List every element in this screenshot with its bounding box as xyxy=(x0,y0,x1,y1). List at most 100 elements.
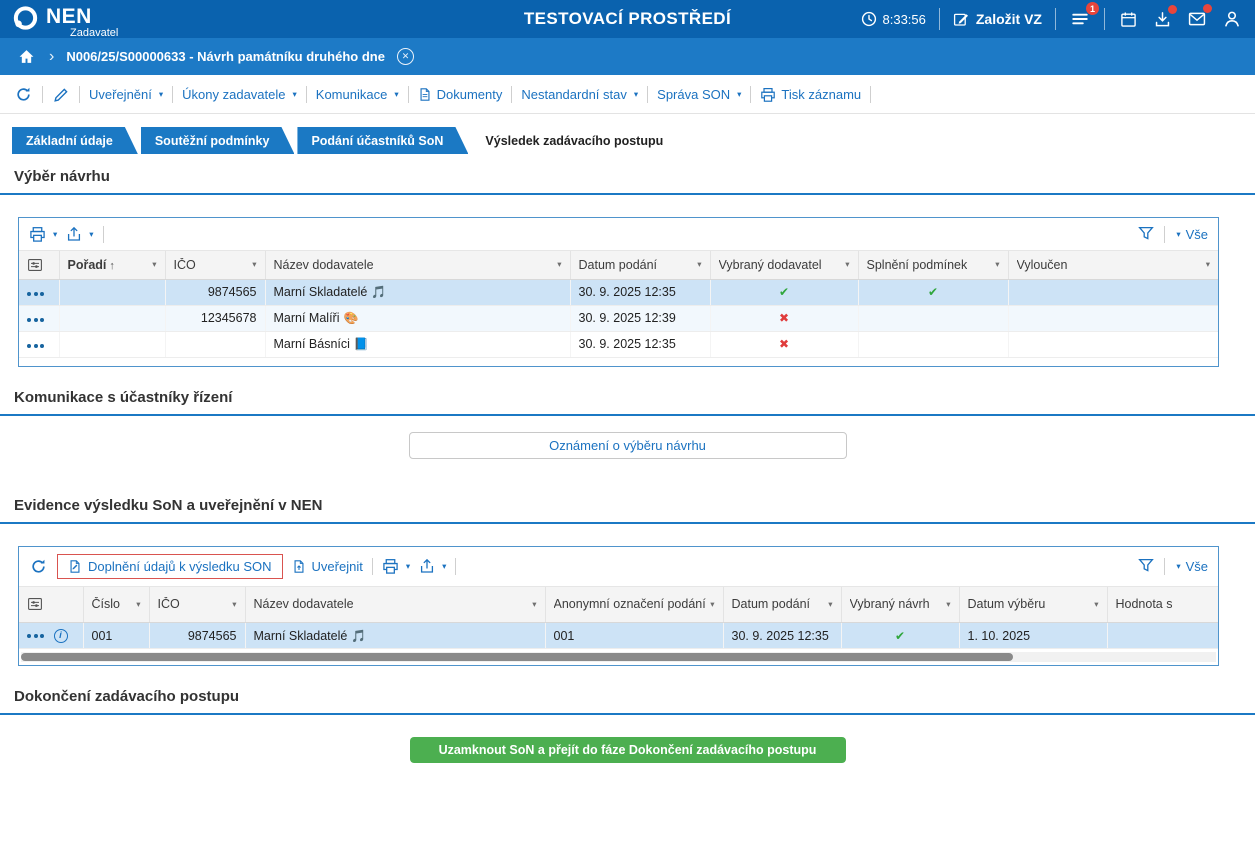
filter-caret-icon[interactable]: ▾ xyxy=(710,599,714,610)
edit-button[interactable] xyxy=(52,86,70,104)
sort-asc-icon: ↑ xyxy=(109,260,115,272)
col-header-poradi[interactable]: Pořadí↑▾ xyxy=(59,251,165,279)
table-row[interactable]: 9874565 Marní Skladatelé🎵 30. 9. 2025 12… xyxy=(19,279,1218,305)
tasks-menu-button[interactable]: 1 xyxy=(1069,8,1091,30)
user-profile-button[interactable] xyxy=(1221,8,1243,30)
tab-vysledek-postupu[interactable]: Výsledek zadávacího postupu xyxy=(471,127,688,154)
chevron-down-icon: ▾ xyxy=(406,562,410,571)
filter-caret-icon[interactable]: ▾ xyxy=(828,599,832,610)
filter-caret-icon[interactable]: ▾ xyxy=(1206,259,1210,270)
column-settings-header[interactable] xyxy=(19,587,83,623)
row-menu-icon[interactable] xyxy=(27,634,47,638)
oznameni-vyberu-button[interactable]: Oznámení o výběru návrhu xyxy=(409,432,847,459)
menu-sprava-son[interactable]: Správa SON▾ xyxy=(657,87,741,102)
filter-caret-icon[interactable]: ▾ xyxy=(532,599,536,610)
col-header-vybrany-navrh[interactable]: Vybraný návrh▾ xyxy=(841,587,959,623)
supplier-name: Marní Skladatelé xyxy=(254,629,348,643)
print-record-button[interactable]: Tisk záznamu xyxy=(760,87,861,103)
supplier-name: Marní Básníci xyxy=(274,337,350,351)
print-table-button[interactable]: ▾ xyxy=(382,558,410,575)
col-header-nazev[interactable]: Název dodavatele▾ xyxy=(245,587,545,623)
filter-caret-icon[interactable]: ▾ xyxy=(946,599,950,610)
row-menu-icon[interactable] xyxy=(27,292,47,296)
col-header-anonymni-oznaceni[interactable]: Anonymní označení podání▾ xyxy=(545,587,723,623)
tab-podani-ucastniku[interactable]: Podání účastníků SoN xyxy=(297,127,468,154)
export-button[interactable]: ▾ xyxy=(66,226,93,242)
refresh-button[interactable] xyxy=(14,85,33,104)
menu-ukony-zadavatele[interactable]: Úkony zadavatele▾ xyxy=(182,87,297,102)
col-header-datum-podani[interactable]: Datum podání▾ xyxy=(723,587,841,623)
row-menu-icon[interactable] xyxy=(27,344,47,348)
uzamknout-son-button[interactable]: Uzamknout SoN a přejít do fáze Dokončení… xyxy=(410,737,846,763)
chevron-down-icon: ▾ xyxy=(293,90,297,99)
uverejnit-button[interactable]: Uveřejnit xyxy=(292,559,363,574)
table-header-row: Číslo▾ IČO▾ Název dodavatele▾ Anonymní o… xyxy=(19,587,1218,623)
export-button[interactable]: ▾ xyxy=(419,558,446,574)
check-icon: ✔ xyxy=(895,629,905,643)
filter-caret-icon[interactable]: ▾ xyxy=(152,259,156,270)
menu-uverejneni[interactable]: Uveřejnění▾ xyxy=(89,87,163,102)
col-header-nazev[interactable]: Název dodavatele▾ xyxy=(265,251,570,279)
divider xyxy=(870,86,871,103)
vyber-table: Pořadí↑▾ IČO▾ Název dodavatele▾ Datum po… xyxy=(19,251,1218,358)
view-selector[interactable]: ▾ Vše xyxy=(1174,227,1208,242)
home-button[interactable] xyxy=(16,46,37,67)
row-menu-icon[interactable] xyxy=(27,318,47,322)
info-icon[interactable]: i xyxy=(54,629,68,643)
table-row[interactable]: Marní Básníci📘 30. 9. 2025 12:35 ✖ xyxy=(19,331,1218,357)
filter-caret-icon[interactable]: ▾ xyxy=(845,259,849,270)
col-header-vybrany-dodavatel[interactable]: Vybraný dodavatel▾ xyxy=(710,251,858,279)
menu-dokumenty[interactable]: Dokumenty xyxy=(418,87,503,102)
col-header-vyloucen[interactable]: Vyloučen▾ xyxy=(1008,251,1218,279)
brand[interactable]: NEN Zadavatel xyxy=(12,0,118,39)
filter-caret-icon[interactable]: ▾ xyxy=(252,259,256,270)
chevron-down-icon: ▾ xyxy=(442,562,446,571)
filter-caret-icon[interactable]: ▾ xyxy=(232,599,236,610)
filter-caret-icon[interactable]: ▾ xyxy=(136,599,140,610)
col-header-cislo[interactable]: Číslo▾ xyxy=(83,587,149,623)
tab-zakladni-udaje[interactable]: Základní údaje xyxy=(12,127,138,154)
col-header-hodnota[interactable]: Hodnota s xyxy=(1107,587,1218,623)
evidence-table-toolbar: Doplnění údajů k výsledku SON Uveřejnit … xyxy=(19,547,1218,587)
scrollbar-thumb[interactable] xyxy=(21,653,1013,661)
column-settings-header[interactable] xyxy=(19,251,59,279)
tab-soutezni-podminky[interactable]: Soutěžní podmínky xyxy=(141,127,295,154)
doplneni-udaju-button[interactable]: Doplnění údajů k výsledku SON xyxy=(57,554,283,579)
col-header-splneni-podminek[interactable]: Splnění podmínek▾ xyxy=(858,251,1008,279)
col-header-ico[interactable]: IČO▾ xyxy=(149,587,245,623)
section-title: Komunikace s účastníky řízení xyxy=(0,375,1255,416)
menu-nestandardni-stav[interactable]: Nestandardní stav▾ xyxy=(521,87,638,102)
col-header-datum-podani[interactable]: Datum podání▾ xyxy=(570,251,710,279)
filter-caret-icon[interactable]: ▾ xyxy=(697,259,701,270)
section-title: Evidence výsledku SoN a uveřejnění v NEN xyxy=(0,483,1255,524)
refresh-button[interactable] xyxy=(29,557,48,576)
filter-button[interactable] xyxy=(1137,225,1155,243)
view-selector[interactable]: ▾ Vše xyxy=(1174,559,1208,574)
divider xyxy=(647,86,648,103)
messages-button[interactable] xyxy=(1186,8,1208,30)
filter-button[interactable] xyxy=(1137,557,1155,575)
chevron-down-icon: ▾ xyxy=(394,90,398,99)
col-header-ico[interactable]: IČO▾ xyxy=(165,251,265,279)
horizontal-scrollbar[interactable] xyxy=(21,652,1216,662)
filter-caret-icon[interactable]: ▾ xyxy=(1094,599,1098,610)
calendar-button[interactable] xyxy=(1118,9,1139,30)
menu-komunikace[interactable]: Komunikace▾ xyxy=(316,87,399,102)
create-vz-button[interactable]: Založit VZ xyxy=(953,11,1042,27)
table-row[interactable]: 12345678 Marní Malíři🎨 30. 9. 2025 12:39… xyxy=(19,305,1218,331)
brand-name: NEN xyxy=(46,6,118,27)
print-table-button[interactable]: ▾ xyxy=(29,226,57,243)
breadcrumb-record[interactable]: N006/25/S00000633 - Návrh památníku druh… xyxy=(66,49,385,64)
divider xyxy=(1164,558,1165,575)
chevron-down-icon: ▾ xyxy=(159,90,163,99)
chevron-down-icon: ▾ xyxy=(53,230,57,239)
table-row[interactable]: i 001 9874565 Marní Skladatelé🎵 001 30. … xyxy=(19,623,1218,649)
divider xyxy=(1164,226,1165,243)
col-header-datum-vyberu[interactable]: Datum výběru▾ xyxy=(959,587,1107,623)
downloads-button[interactable] xyxy=(1152,9,1173,30)
close-record-icon[interactable]: ✕ xyxy=(397,48,414,65)
divider xyxy=(1104,8,1105,30)
filter-caret-icon[interactable]: ▾ xyxy=(557,259,561,270)
edit-square-icon xyxy=(953,11,969,27)
filter-caret-icon[interactable]: ▾ xyxy=(995,259,999,270)
